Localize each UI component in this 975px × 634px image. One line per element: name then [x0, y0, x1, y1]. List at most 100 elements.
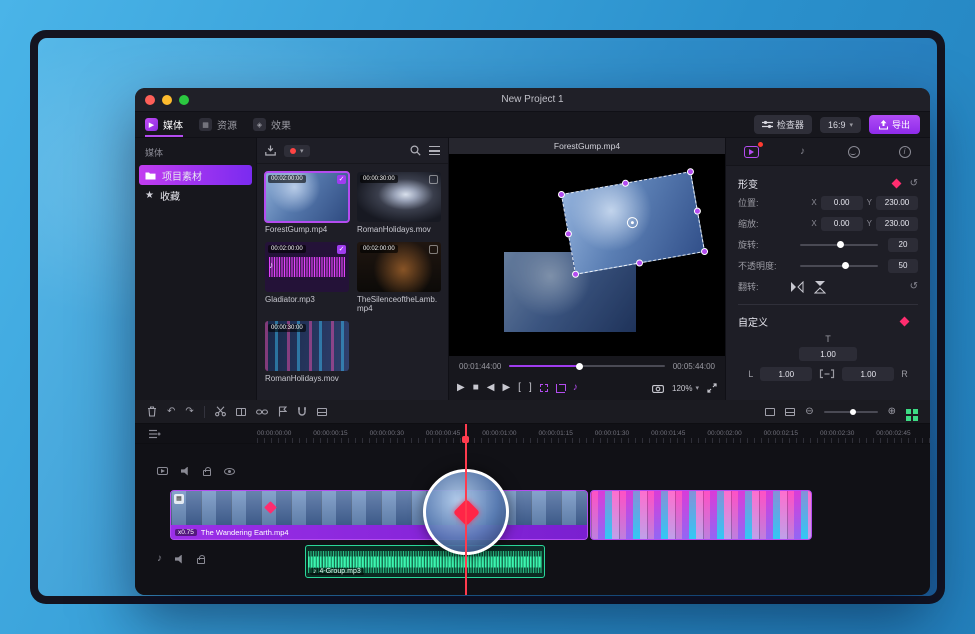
snapshot-camera-icon[interactable] — [652, 384, 664, 393]
library-item-silenceofthelamb[interactable]: 00:02:00:00 TheSilenceoftheLamb.mp4 — [357, 242, 441, 313]
playhead-handle[interactable] — [462, 436, 469, 443]
resize-handle[interactable] — [686, 168, 694, 176]
left-value-field[interactable]: 1.00 — [760, 367, 812, 381]
track-height-icon[interactable] — [785, 408, 795, 416]
opacity-value-field[interactable]: 50 — [888, 259, 918, 273]
sidebar-item-favorites[interactable]: ★ 收藏 — [135, 185, 256, 205]
rotate-handle-icon[interactable] — [626, 216, 639, 229]
reset-icon[interactable]: ↺ — [910, 281, 918, 292]
resize-handle[interactable] — [700, 247, 708, 255]
playhead[interactable] — [465, 424, 467, 595]
slider-handle[interactable] — [850, 409, 856, 415]
tab-color-settings[interactable] — [843, 143, 865, 161]
next-frame-button[interactable]: ▶ — [502, 383, 510, 393]
stop-button[interactable]: ■ — [473, 383, 479, 393]
flip-horizontal-icon[interactable] — [790, 281, 804, 293]
opacity-slider[interactable] — [800, 265, 878, 267]
resize-handle[interactable] — [564, 230, 572, 238]
video-clip-transitions[interactable] — [590, 490, 812, 540]
selection-tool-icon[interactable] — [540, 384, 548, 392]
aspect-ratio-select[interactable]: 16:9 ▾ — [820, 117, 861, 133]
mute-track-icon[interactable] — [181, 467, 190, 476]
tab-media[interactable]: ▶ 媒体 — [145, 112, 183, 137]
reset-icon[interactable]: ↺ — [910, 178, 918, 189]
right-value-field[interactable]: 1.00 — [842, 367, 894, 381]
zoom-out-icon[interactable]: ⊖ — [805, 407, 813, 417]
track-options-icon[interactable] — [317, 408, 327, 416]
tab-resources[interactable]: ▦ 资源 — [199, 112, 237, 137]
mark-in-button[interactable]: [ — [518, 383, 521, 393]
mute-track-icon[interactable] — [175, 555, 184, 564]
list-view-icon[interactable] — [429, 146, 440, 155]
checkbox[interactable]: ✓ — [337, 245, 346, 254]
fullscreen-icon[interactable] — [707, 383, 717, 393]
tab-info[interactable]: i — [894, 143, 916, 161]
keyframe-icon[interactable] — [891, 178, 901, 188]
preview-zoom-select[interactable]: 120% ▾ — [672, 384, 699, 393]
export-button[interactable]: 导出 — [869, 115, 920, 134]
seek-bar[interactable] — [509, 365, 664, 367]
scale-y-field[interactable]: 230.00 — [876, 217, 918, 231]
checkbox[interactable] — [429, 245, 438, 254]
slider-handle[interactable] — [837, 241, 844, 248]
total-timecode: 00:05:44:00 — [673, 362, 715, 371]
checkbox[interactable]: ✓ — [337, 175, 346, 184]
scale-x-field[interactable]: 0.00 — [821, 217, 863, 231]
top-value-field[interactable]: 1.00 — [799, 347, 857, 361]
audio-clip-group[interactable]: ♪ 4-Group.mp3 — [305, 545, 545, 578]
split-clip-icon[interactable] — [236, 408, 246, 416]
keyframe-icon[interactable] — [900, 316, 910, 326]
play-button[interactable]: ▶ — [457, 383, 465, 393]
preview-viewport[interactable] — [449, 154, 725, 356]
search-icon[interactable] — [410, 145, 421, 156]
resize-handle[interactable] — [635, 259, 643, 267]
crop-tool-icon[interactable] — [556, 384, 565, 393]
link-values-icon[interactable] — [819, 369, 835, 379]
manage-tracks-icon[interactable] — [149, 429, 161, 439]
marker-icon[interactable] — [278, 406, 287, 417]
previous-frame-button[interactable]: ◀ — [487, 383, 495, 393]
media-name: RomanHolidays.mov — [357, 225, 441, 234]
rotate-slider[interactable] — [800, 244, 878, 246]
slider-handle[interactable] — [842, 262, 849, 269]
timeline-ruler[interactable]: 00:00:00:00 00:00:00:15 00:00:00:30 00:0… — [135, 424, 930, 444]
import-icon[interactable] — [265, 145, 276, 156]
lock-track-icon[interactable] — [203, 470, 211, 476]
library-item-gladiator[interactable]: 00:02:00:00 ✓ ♪ Gladiator.mp3 — [265, 242, 349, 313]
library-item-romanholidays-2[interactable]: 00:00:30:00 RomanHolidays.mov — [265, 321, 349, 383]
rotate-value-field[interactable]: 20 — [888, 238, 918, 252]
tab-audio-settings[interactable]: ♪ — [792, 143, 814, 161]
audio-tool-icon[interactable]: ♪ — [573, 383, 578, 393]
lock-track-icon[interactable] — [197, 558, 205, 564]
redo-icon[interactable]: ↷ — [185, 407, 193, 417]
tab-effects[interactable]: ◈ 效果 — [253, 112, 291, 137]
checkbox[interactable] — [429, 175, 438, 184]
selected-clip[interactable] — [561, 171, 705, 275]
seek-handle[interactable] — [576, 363, 583, 370]
resize-handle[interactable] — [621, 179, 629, 187]
sidebar-item-project-media[interactable]: 项目素材 — [139, 165, 252, 185]
zoom-in-icon[interactable]: ⊕ — [888, 407, 896, 417]
tab-video-settings[interactable] — [741, 143, 763, 161]
library-item-romanholidays[interactable]: 00:00:30:00 RomanHolidays.mov — [357, 172, 441, 234]
library-item-forestgump[interactable]: 00:02:00:00 ✓ ForestGump.mp4 — [265, 172, 349, 234]
record-button[interactable]: ▾ — [284, 145, 310, 157]
resize-handle[interactable] — [557, 190, 565, 198]
split-scissors-icon[interactable] — [215, 406, 226, 417]
render-preview-icon[interactable] — [906, 409, 911, 414]
video-clip-wandering-earth[interactable]: ▦ x0.75 The Wandering Earth.mp4 — [170, 490, 588, 540]
link-clips-icon[interactable] — [256, 408, 268, 416]
fit-timeline-icon[interactable] — [765, 408, 775, 416]
snap-magnet-icon[interactable] — [297, 406, 307, 417]
inspector-toggle-button[interactable]: 检查器 — [754, 115, 812, 134]
position-x-field[interactable]: 0.00 — [821, 196, 863, 210]
timeline-zoom-slider[interactable] — [824, 411, 878, 413]
resize-handle[interactable] — [693, 207, 701, 215]
undo-icon[interactable]: ↶ — [167, 407, 175, 417]
hide-track-icon[interactable] — [224, 468, 235, 475]
position-y-field[interactable]: 230.00 — [876, 196, 918, 210]
left-right-group: L 1.00 1.00 R — [738, 367, 918, 381]
mark-out-button[interactable]: ] — [529, 383, 532, 393]
flip-vertical-icon[interactable] — [814, 280, 826, 294]
delete-icon[interactable] — [147, 406, 157, 417]
